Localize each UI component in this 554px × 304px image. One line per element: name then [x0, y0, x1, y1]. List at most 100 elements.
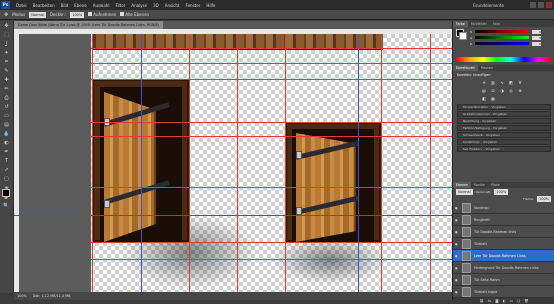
guide-horizontal[interactable] — [91, 122, 452, 123]
slider-r[interactable]: R0 — [470, 29, 542, 34]
guide-vertical-blue[interactable] — [141, 34, 142, 292]
zoom-icon[interactable]: 🔍 — [2, 202, 11, 210]
exposure-icon[interactable]: ◩ — [508, 80, 514, 85]
shape-icon[interactable]: ▢ — [2, 175, 11, 183]
guide-horizontal[interactable] — [91, 48, 452, 49]
document-tab[interactable]: Game Door Wide (Wand Tür 2.psd @ 100% (L… — [14, 21, 163, 29]
slider-g[interactable]: G0 — [470, 35, 542, 40]
preset-item[interactable]: Belichtung - Vorgaben — [457, 118, 551, 124]
stamp-icon[interactable]: ⎙ — [2, 94, 11, 102]
preset-item[interactable]: Sel. Farbkorr. - Vorgaben — [457, 146, 551, 152]
blur-icon[interactable]: 💧 — [2, 130, 11, 138]
guide-vertical[interactable] — [430, 34, 431, 292]
preset-item[interactable]: Schwarzweiß - Vorgaben — [457, 132, 551, 138]
layer-row[interactable]: ● Vordergr. — [453, 202, 554, 214]
blend-mode-select[interactable]: Normal — [456, 188, 473, 195]
invert-icon[interactable]: ◧ — [481, 96, 487, 101]
foreground-color[interactable] — [2, 189, 10, 197]
layer-fill-field[interactable]: 100% — [536, 195, 551, 202]
tab-pfade[interactable]: Pfade — [488, 182, 503, 188]
curves-icon[interactable]: ∿ — [499, 80, 505, 85]
guide-horizontal[interactable] — [91, 63, 452, 64]
tab-korrekturen[interactable]: Korrekturen — [453, 65, 478, 71]
menu-datei[interactable]: Datei — [13, 3, 30, 8]
guide-horizontal-blue[interactable] — [14, 215, 452, 216]
slider-b[interactable]: B0 — [470, 41, 542, 46]
eye-icon[interactable]: ● — [455, 278, 459, 282]
guide-horizontal[interactable] — [91, 136, 452, 137]
eye-icon[interactable]: ● — [455, 230, 459, 234]
layer-row[interactable]: ● Türblatt kopie — [453, 286, 554, 298]
preset-item[interactable]: Gradationskurven - Vorgaben — [457, 111, 551, 117]
guide-vertical-blue[interactable] — [358, 34, 359, 292]
guide-horizontal[interactable] — [91, 79, 452, 80]
sample-check[interactable]: Aufnehmen — [88, 12, 116, 17]
guide-horizontal[interactable] — [91, 242, 452, 243]
layer-row[interactable]: ● Türblatt — [453, 238, 554, 250]
vertical-ruler[interactable] — [14, 29, 19, 292]
preset-item[interactable]: Farbton/Sättigung - Vorgaben — [457, 125, 551, 131]
zoom-level[interactable]: 100% — [17, 294, 27, 298]
menu-ebene[interactable]: Ebene — [71, 3, 90, 8]
layer-row[interactable]: ● Tür Seite Rahm — [453, 274, 554, 286]
guide-vertical[interactable] — [189, 34, 190, 292]
tab-ebenen[interactable]: Ebenen — [453, 182, 471, 188]
preset-item[interactable]: Tonwertkorrektur - Vorgaben — [457, 104, 551, 110]
eye-icon[interactable]: ● — [455, 206, 459, 210]
crop-icon[interactable]: ⌗ — [2, 58, 11, 66]
posterize-icon[interactable]: ▦ — [490, 96, 496, 101]
opacity-field[interactable]: 100% — [70, 11, 85, 18]
color-spectrum[interactable] — [456, 57, 552, 62]
dodge-icon[interactable]: ◐ — [2, 139, 11, 147]
hue-sat-icon[interactable]: ▤ — [481, 88, 487, 93]
eraser-icon[interactable]: ▭ — [2, 112, 11, 120]
bw-icon[interactable]: ◑ — [499, 88, 505, 93]
close-button[interactable] — [546, 2, 552, 8]
magic-wand-icon[interactable]: ✦ — [2, 49, 11, 57]
tab-masken[interactable]: Masken — [478, 65, 496, 71]
heal-icon[interactable]: ✚ — [2, 76, 11, 84]
type-icon[interactable]: T — [2, 157, 11, 165]
eye-icon[interactable]: ● — [455, 242, 459, 246]
layer-opacity-field[interactable]: 100% — [494, 188, 509, 195]
preset-item[interactable]: Kanalmixer - Vorgaben — [457, 139, 551, 145]
eye-icon[interactable]: ● — [455, 254, 459, 258]
slider-g-value[interactable]: 0 — [532, 35, 542, 40]
color-balance-icon[interactable]: ⚖ — [490, 88, 496, 93]
guide-horizontal[interactable] — [91, 259, 452, 260]
path-select-icon[interactable]: ➚ — [2, 166, 11, 174]
eye-icon[interactable]: ● — [455, 266, 459, 270]
slider-b-value[interactable]: 0 — [532, 41, 542, 46]
layer-row-selected[interactable]: ● Leer Tür Doodle-Rahmen Links — [453, 250, 554, 262]
tab-kanaele[interactable]: Kanäle — [471, 182, 488, 188]
brush-icon[interactable]: ✏ — [2, 85, 11, 93]
guide-horizontal[interactable] — [91, 187, 452, 188]
layer-row[interactable]: ● Ringbrett — [453, 214, 554, 226]
menu-filter[interactable]: Filter — [112, 3, 128, 8]
mode-select[interactable]: Normal — [29, 11, 46, 18]
channel-mixer-icon[interactable]: ⊕ — [517, 88, 523, 93]
color-swatches[interactable] — [2, 189, 13, 200]
menu-3d[interactable]: 3D — [150, 3, 162, 8]
all-layers-check[interactable]: Alle Ebenen — [120, 12, 149, 17]
workspace-switcher[interactable]: Grundelemente — [473, 3, 504, 8]
eyedropper-icon[interactable]: ✎ — [2, 67, 11, 75]
move-icon[interactable]: ✥ — [2, 22, 11, 30]
guide-vertical[interactable] — [285, 34, 286, 292]
guide-vertical[interactable] — [92, 34, 93, 292]
vibrance-icon[interactable]: V — [517, 80, 523, 85]
doc-size[interactable]: Dok: 1,12 MB/11,0 MB — [33, 294, 71, 298]
menu-bearbeiten[interactable]: Bearbeiten — [30, 3, 58, 8]
minimize-button[interactable] — [530, 2, 536, 8]
lasso-icon[interactable]: ʆ — [2, 40, 11, 48]
menu-auswahl[interactable]: Auswahl — [90, 3, 113, 8]
menu-ansicht[interactable]: Ansicht — [162, 3, 183, 8]
eye-icon[interactable]: ● — [455, 290, 459, 294]
layer-row[interactable]: ● Hintergrund Tür Doodle-Rahmen Links — [453, 262, 554, 274]
layer-row[interactable]: ● Tür Doodle-Rahmen links — [453, 226, 554, 238]
photo-filter-icon[interactable]: ◎ — [508, 88, 514, 93]
tool-preset-icon[interactable]: ✥ — [4, 12, 8, 18]
levels-icon[interactable]: ▥ — [490, 80, 496, 85]
menu-hilfe[interactable]: Hilfe — [203, 3, 218, 8]
pen-icon[interactable]: ✒ — [2, 148, 11, 156]
